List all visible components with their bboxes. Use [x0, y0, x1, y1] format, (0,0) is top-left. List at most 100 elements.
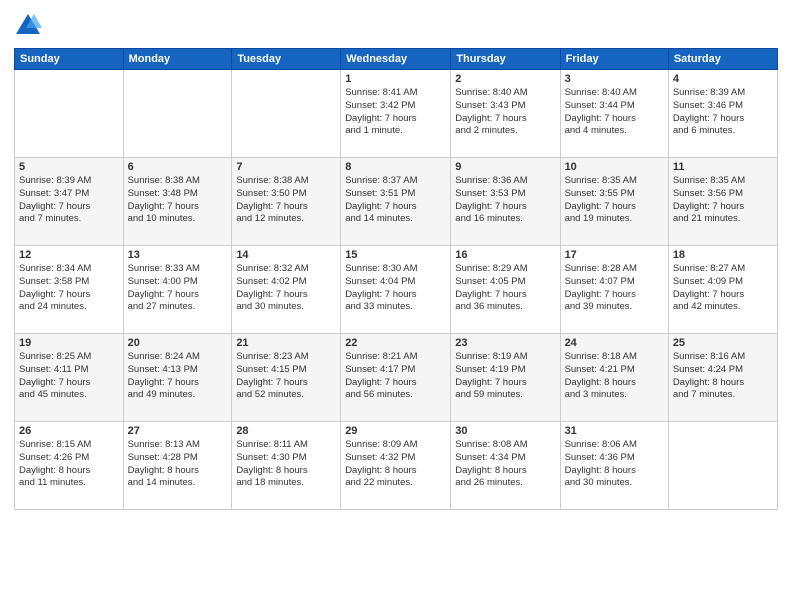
day-info: Sunrise: 8:34 AM Sunset: 3:58 PM Dayligh…: [19, 263, 119, 314]
day-number: 28: [236, 425, 336, 437]
day-info: Sunrise: 8:18 AM Sunset: 4:21 PM Dayligh…: [565, 351, 664, 402]
day-info: Sunrise: 8:40 AM Sunset: 3:44 PM Dayligh…: [565, 87, 664, 138]
day-info: Sunrise: 8:35 AM Sunset: 3:56 PM Dayligh…: [673, 175, 773, 226]
day-info: Sunrise: 8:39 AM Sunset: 3:47 PM Dayligh…: [19, 175, 119, 226]
day-number: 25: [673, 337, 773, 349]
day-info: Sunrise: 8:38 AM Sunset: 3:50 PM Dayligh…: [236, 175, 336, 226]
calendar-cell: [123, 70, 232, 158]
day-info: Sunrise: 8:35 AM Sunset: 3:55 PM Dayligh…: [565, 175, 664, 226]
calendar-cell: 30 Sunrise: 8:08 AM Sunset: 4:34 PM Dayli…: [451, 422, 560, 510]
calendar-cell: 24 Sunrise: 8:18 AM Sunset: 4:21 PM Dayli…: [560, 334, 668, 422]
day-number: 14: [236, 249, 336, 261]
day-number: 4: [673, 73, 773, 85]
calendar-week-row: 12Sunrise: 8:34 AM Sunset: 3:58 PM Dayli…: [15, 246, 778, 334]
day-info: Sunrise: 8:33 AM Sunset: 4:00 PM Dayligh…: [128, 263, 228, 314]
calendar-cell: 20 Sunrise: 8:24 AM Sunset: 4:13 PM Dayli…: [123, 334, 232, 422]
calendar-cell: 1 Sunrise: 8:41 AM Sunset: 3:42 PM Daylig…: [341, 70, 451, 158]
calendar-cell: 18Sunrise: 8:27 AM Sunset: 4:09 PM Dayli…: [668, 246, 777, 334]
day-info: Sunrise: 8:29 AM Sunset: 4:05 PM Dayligh…: [455, 263, 555, 314]
day-info: Sunrise: 8:40 AM Sunset: 3:43 PM Dayligh…: [455, 87, 555, 138]
calendar-cell: 12Sunrise: 8:34 AM Sunset: 3:58 PM Dayli…: [15, 246, 124, 334]
day-number: 21: [236, 337, 336, 349]
day-info: Sunrise: 8:19 AM Sunset: 4:19 PM Dayligh…: [455, 351, 555, 402]
day-number: 11: [673, 161, 773, 173]
weekday-header: Thursday: [451, 49, 560, 70]
calendar-cell: 14Sunrise: 8:32 AM Sunset: 4:02 PM Dayli…: [232, 246, 341, 334]
day-info: Sunrise: 8:41 AM Sunset: 3:42 PM Dayligh…: [345, 87, 446, 138]
day-number: 29: [345, 425, 446, 437]
calendar-cell: 17 Sunrise: 8:28 AM Sunset: 4:07 PM Dayli…: [560, 246, 668, 334]
calendar-cell: 3 Sunrise: 8:40 AM Sunset: 3:44 PM Daylig…: [560, 70, 668, 158]
calendar-cell: 25 Sunrise: 8:16 AM Sunset: 4:24 PM Dayli…: [668, 334, 777, 422]
calendar-cell: 22 Sunrise: 8:21 AM Sunset: 4:17 PM Dayli…: [341, 334, 451, 422]
calendar-cell: [668, 422, 777, 510]
day-number: 26: [19, 425, 119, 437]
calendar-week-row: 26 Sunrise: 8:15 AM Sunset: 4:26 PM Dayli…: [15, 422, 778, 510]
calendar-cell: 11 Sunrise: 8:35 AM Sunset: 3:56 PM Dayli…: [668, 158, 777, 246]
calendar-week-row: 1 Sunrise: 8:41 AM Sunset: 3:42 PM Daylig…: [15, 70, 778, 158]
calendar-cell: 9 Sunrise: 8:36 AM Sunset: 3:53 PM Daylig…: [451, 158, 560, 246]
day-info: Sunrise: 8:09 AM Sunset: 4:32 PM Dayligh…: [345, 439, 446, 490]
day-info: Sunrise: 8:21 AM Sunset: 4:17 PM Dayligh…: [345, 351, 446, 402]
calendar-cell: 8 Sunrise: 8:37 AM Sunset: 3:51 PM Daylig…: [341, 158, 451, 246]
calendar-cell: 16 Sunrise: 8:29 AM Sunset: 4:05 PM Dayli…: [451, 246, 560, 334]
day-number: 31: [565, 425, 664, 437]
page: SundayMondayTuesdayWednesdayThursdayFrid…: [0, 0, 792, 612]
day-info: Sunrise: 8:37 AM Sunset: 3:51 PM Dayligh…: [345, 175, 446, 226]
day-info: Sunrise: 8:15 AM Sunset: 4:26 PM Dayligh…: [19, 439, 119, 490]
calendar-week-row: 19Sunrise: 8:25 AM Sunset: 4:11 PM Dayli…: [15, 334, 778, 422]
day-number: 10: [565, 161, 664, 173]
weekday-header: Monday: [123, 49, 232, 70]
weekday-header: Wednesday: [341, 49, 451, 70]
calendar-cell: [15, 70, 124, 158]
day-number: 15: [345, 249, 446, 261]
day-info: Sunrise: 8:24 AM Sunset: 4:13 PM Dayligh…: [128, 351, 228, 402]
day-number: 24: [565, 337, 664, 349]
calendar-cell: 27Sunrise: 8:13 AM Sunset: 4:28 PM Dayli…: [123, 422, 232, 510]
day-number: 6: [128, 161, 228, 173]
day-number: 30: [455, 425, 555, 437]
calendar-cell: 10 Sunrise: 8:35 AM Sunset: 3:55 PM Dayli…: [560, 158, 668, 246]
weekday-header-row: SundayMondayTuesdayWednesdayThursdayFrid…: [15, 49, 778, 70]
weekday-header: Tuesday: [232, 49, 341, 70]
day-info: Sunrise: 8:16 AM Sunset: 4:24 PM Dayligh…: [673, 351, 773, 402]
calendar-cell: 28Sunrise: 8:11 AM Sunset: 4:30 PM Dayli…: [232, 422, 341, 510]
weekday-header: Saturday: [668, 49, 777, 70]
calendar-week-row: 5 Sunrise: 8:39 AM Sunset: 3:47 PM Daylig…: [15, 158, 778, 246]
header: [14, 12, 778, 40]
calendar-cell: 2Sunrise: 8:40 AM Sunset: 3:43 PM Daylig…: [451, 70, 560, 158]
day-number: 27: [128, 425, 228, 437]
weekday-header: Friday: [560, 49, 668, 70]
day-number: 16: [455, 249, 555, 261]
day-number: 22: [345, 337, 446, 349]
day-info: Sunrise: 8:39 AM Sunset: 3:46 PM Dayligh…: [673, 87, 773, 138]
day-info: Sunrise: 8:36 AM Sunset: 3:53 PM Dayligh…: [455, 175, 555, 226]
day-info: Sunrise: 8:30 AM Sunset: 4:04 PM Dayligh…: [345, 263, 446, 314]
day-number: 17: [565, 249, 664, 261]
calendar-cell: 31 Sunrise: 8:06 AM Sunset: 4:36 PM Dayli…: [560, 422, 668, 510]
day-info: Sunrise: 8:06 AM Sunset: 4:36 PM Dayligh…: [565, 439, 664, 490]
calendar-cell: [232, 70, 341, 158]
day-number: 7: [236, 161, 336, 173]
calendar-cell: 7 Sunrise: 8:38 AM Sunset: 3:50 PM Daylig…: [232, 158, 341, 246]
day-number: 8: [345, 161, 446, 173]
calendar-cell: 4 Sunrise: 8:39 AM Sunset: 3:46 PM Daylig…: [668, 70, 777, 158]
day-info: Sunrise: 8:25 AM Sunset: 4:11 PM Dayligh…: [19, 351, 119, 402]
day-info: Sunrise: 8:38 AM Sunset: 3:48 PM Dayligh…: [128, 175, 228, 226]
day-number: 3: [565, 73, 664, 85]
day-info: Sunrise: 8:28 AM Sunset: 4:07 PM Dayligh…: [565, 263, 664, 314]
day-info: Sunrise: 8:23 AM Sunset: 4:15 PM Dayligh…: [236, 351, 336, 402]
weekday-header: Sunday: [15, 49, 124, 70]
day-number: 1: [345, 73, 446, 85]
logo-icon: [14, 12, 42, 40]
calendar-cell: 29 Sunrise: 8:09 AM Sunset: 4:32 PM Dayli…: [341, 422, 451, 510]
calendar-cell: 6 Sunrise: 8:38 AM Sunset: 3:48 PM Daylig…: [123, 158, 232, 246]
day-number: 20: [128, 337, 228, 349]
day-number: 9: [455, 161, 555, 173]
day-info: Sunrise: 8:08 AM Sunset: 4:34 PM Dayligh…: [455, 439, 555, 490]
day-number: 5: [19, 161, 119, 173]
calendar-cell: 26 Sunrise: 8:15 AM Sunset: 4:26 PM Dayli…: [15, 422, 124, 510]
logo: [14, 12, 46, 40]
calendar-cell: 21 Sunrise: 8:23 AM Sunset: 4:15 PM Dayli…: [232, 334, 341, 422]
day-info: Sunrise: 8:27 AM Sunset: 4:09 PM Dayligh…: [673, 263, 773, 314]
